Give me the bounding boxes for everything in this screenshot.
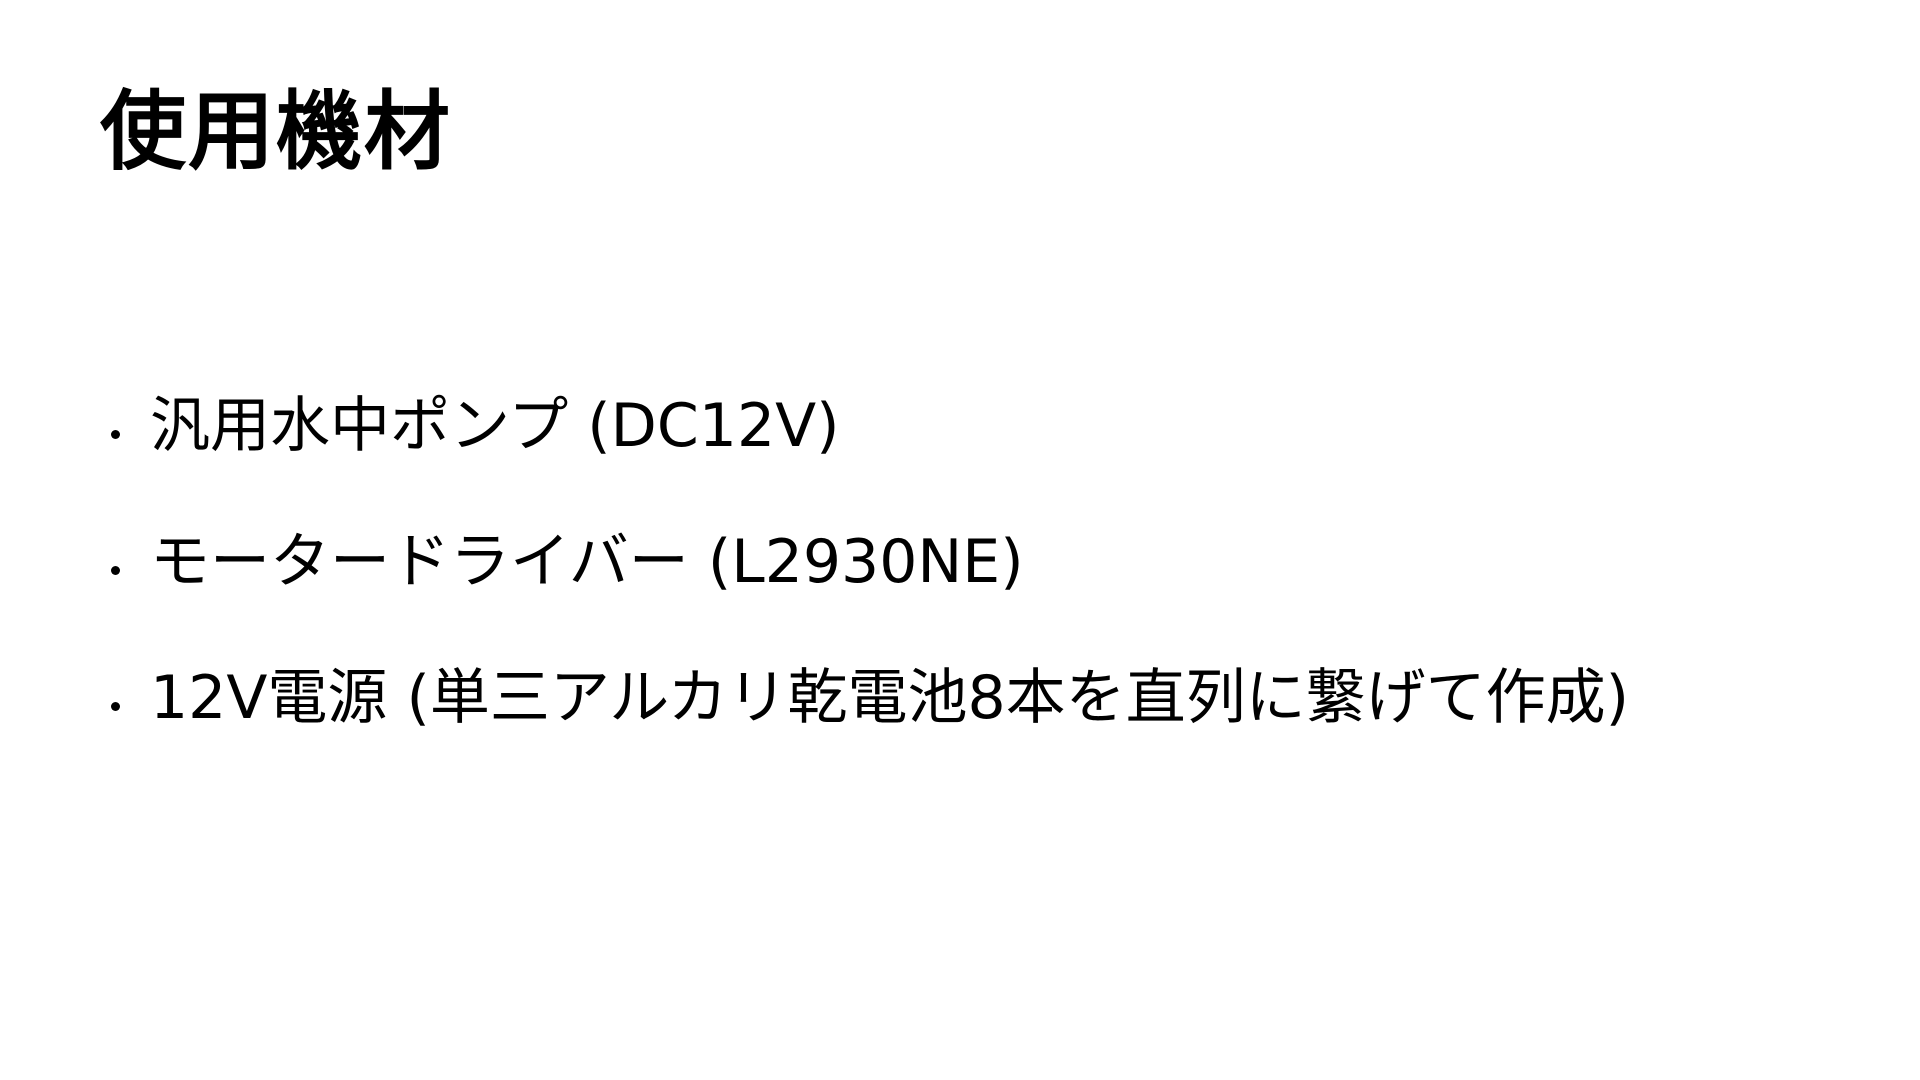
list-item: 汎用水中ポンプ (DC12V) <box>108 378 1629 514</box>
slide: 使用機材 汎用水中ポンプ (DC12V) モータードライバー (L2930NE)… <box>0 0 1920 1080</box>
bullet-dot-icon <box>111 430 120 439</box>
list-item: モータードライバー (L2930NE) <box>108 514 1629 650</box>
list-item-text: 12V電源 (単三アルカリ乾電池8本を直列に繋げて作成) <box>150 663 1630 733</box>
list-item-text: 汎用水中ポンプ (DC12V) <box>150 391 840 461</box>
bullet-list: 汎用水中ポンプ (DC12V) モータードライバー (L2930NE) 12V電… <box>108 378 1629 786</box>
list-item-text: モータードライバー (L2930NE) <box>150 527 1024 597</box>
slide-title: 使用機材 <box>100 82 452 182</box>
bullet-dot-icon <box>111 702 120 711</box>
list-item: 12V電源 (単三アルカリ乾電池8本を直列に繋げて作成) <box>108 650 1629 786</box>
bullet-dot-icon <box>111 566 120 575</box>
